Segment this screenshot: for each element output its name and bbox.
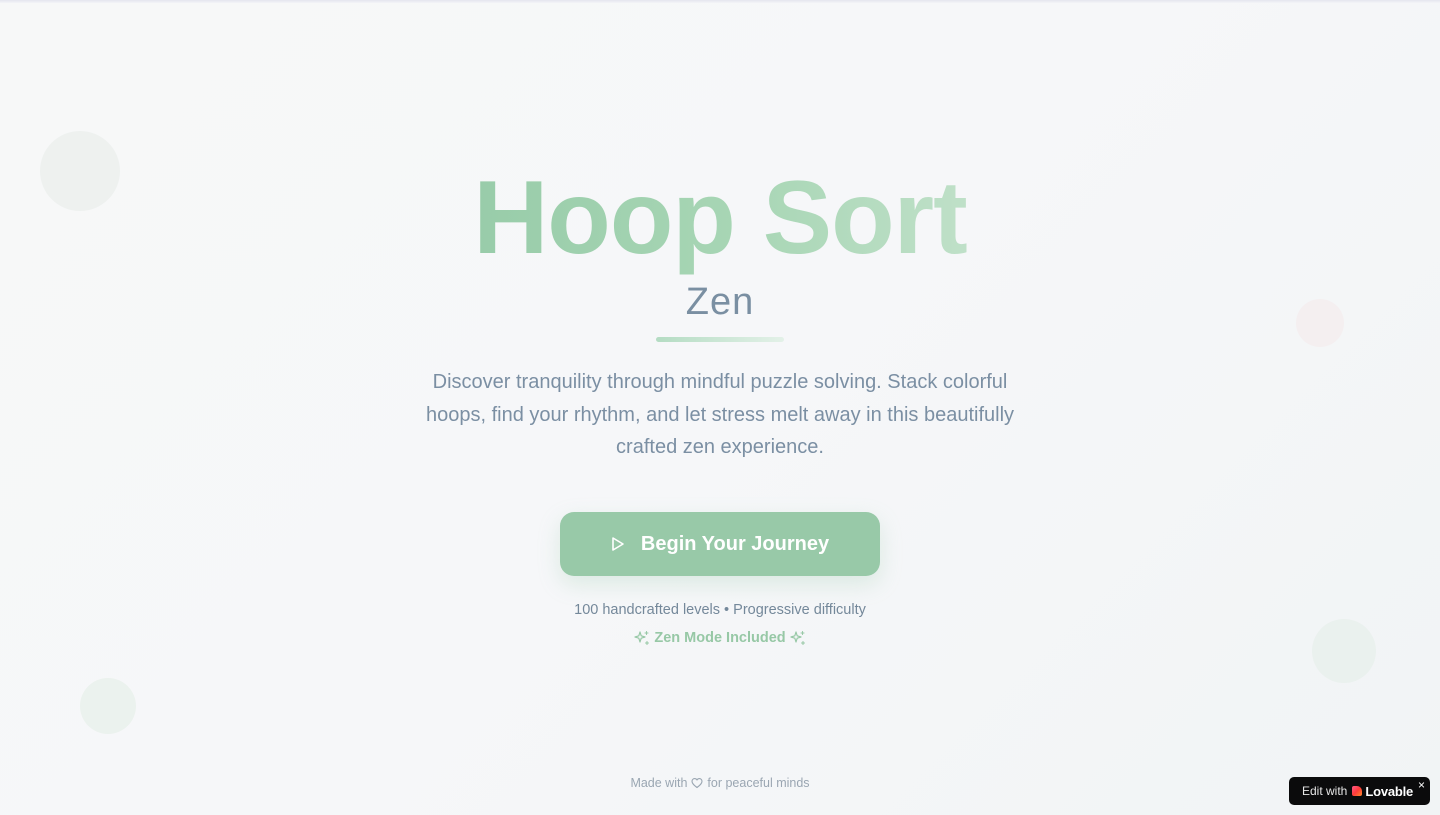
levels-info: 100 handcrafted levels • Progressive dif… xyxy=(574,602,866,618)
heart-icon xyxy=(691,777,703,789)
footer: Made with for peaceful minds xyxy=(0,774,1440,792)
sparkles-icon xyxy=(634,630,650,646)
lovable-logo-icon xyxy=(1352,786,1363,796)
page-title-text: Hoop Sort xyxy=(473,160,968,276)
footer-tagline: for peaceful minds xyxy=(707,776,810,790)
badge-close-button[interactable]: × xyxy=(1418,778,1425,792)
badge-brand-label: Lovable xyxy=(1365,783,1414,799)
begin-journey-button[interactable]: Begin Your Journey xyxy=(560,512,880,576)
play-icon xyxy=(611,536,625,552)
badge-edit-label: Edit with xyxy=(1302,784,1348,798)
zen-mode-info: Zen Mode Included xyxy=(0,628,1440,648)
sparkles-icon xyxy=(790,630,806,646)
page-subtitle: Zen xyxy=(685,281,755,323)
begin-journey-label: Begin Your Journey xyxy=(640,532,830,555)
edit-with-lovable-badge[interactable]: Edit with Lovable × xyxy=(1289,777,1430,805)
top-border xyxy=(0,0,1440,3)
footer-made-with: Made with xyxy=(630,776,688,790)
title-divider xyxy=(656,337,784,342)
zen-mode-label: Zen Mode Included xyxy=(654,630,786,646)
decorative-bubble xyxy=(80,678,136,734)
page-title: Hoop Sort xyxy=(0,162,1440,274)
hero-description: Discover tranquility through mindful puz… xyxy=(425,371,1015,458)
